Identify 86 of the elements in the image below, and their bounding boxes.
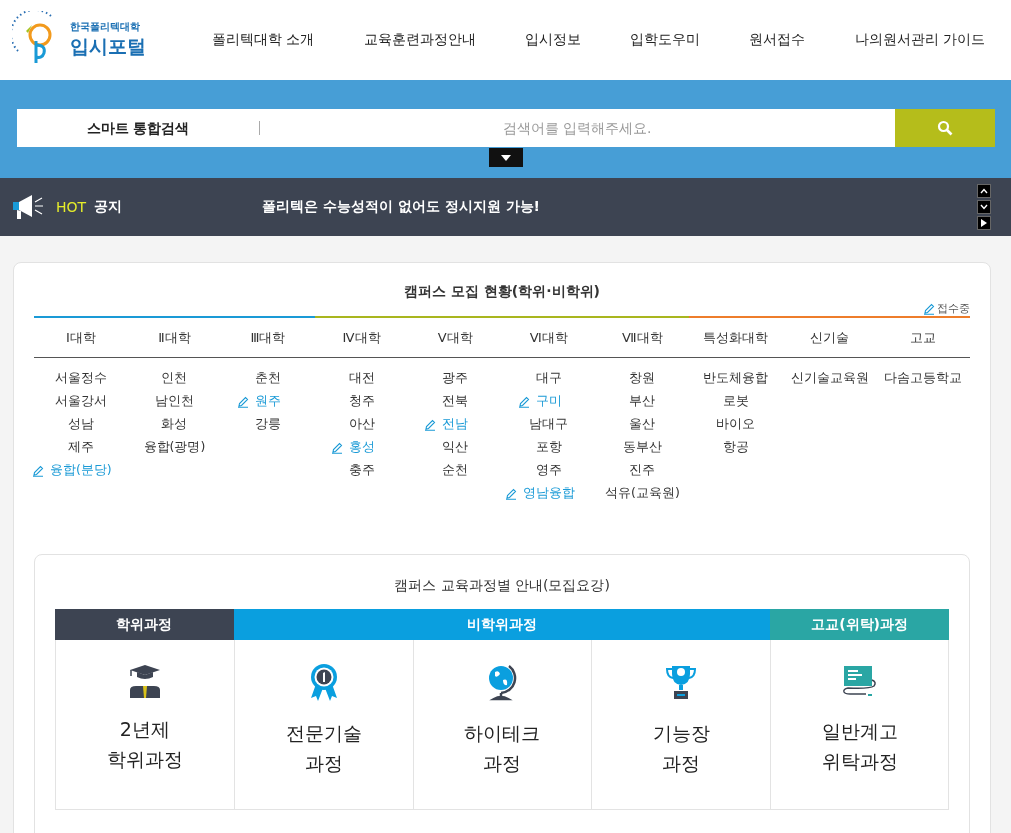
search-label: 스마트 통합검색 bbox=[16, 109, 260, 147]
campus-link[interactable]: 인천 bbox=[161, 370, 188, 387]
course-tile[interactable]: 전문기술 과정 bbox=[233, 640, 413, 810]
column-header: Ⅲ대학 bbox=[221, 316, 315, 358]
campus-link[interactable]: 반도체융합 bbox=[703, 370, 769, 387]
nav-link[interactable]: 입시정보 bbox=[524, 31, 581, 49]
pencil-icon bbox=[31, 464, 44, 477]
campus-link[interactable]: 석유(교육원) bbox=[605, 485, 680, 502]
nav-link[interactable]: 나의원서관리 가이드 bbox=[854, 31, 985, 49]
chevron-down-icon bbox=[980, 204, 988, 210]
campus-link[interactable]: 강릉 bbox=[255, 416, 281, 433]
campus-link[interactable]: 항공 bbox=[723, 439, 749, 456]
column-header: Ⅱ대학 bbox=[127, 316, 222, 358]
play-button[interactable] bbox=[977, 216, 991, 230]
campus-link[interactable]: 울산 bbox=[629, 416, 656, 433]
nav-link[interactable]: 교육훈련과정안내 bbox=[363, 31, 476, 49]
campus-link[interactable]: 광주 bbox=[442, 370, 469, 387]
campus-link[interactable]: 남대구 bbox=[529, 416, 569, 433]
notice-label: 공지 bbox=[94, 198, 123, 216]
campus-link[interactable]: 대전 bbox=[348, 370, 375, 387]
column-header: Ⅰ대학 bbox=[34, 316, 128, 358]
campus-link[interactable]: 진주 bbox=[629, 462, 656, 479]
campus-link[interactable]: 성남 bbox=[67, 416, 94, 433]
course-tile[interactable]: 2년제 학위과정 bbox=[55, 640, 234, 810]
campus-link[interactable]: 바이오 bbox=[716, 416, 756, 433]
group-header: 비학위과정 bbox=[233, 609, 771, 640]
campus-link[interactable]: 창원 bbox=[629, 370, 656, 387]
expand-button[interactable] bbox=[488, 148, 523, 167]
logo-title: 입시포털 bbox=[70, 34, 146, 59]
campus-link[interactable]: 춘천 bbox=[255, 370, 281, 387]
column-header: Ⅵ대학 bbox=[502, 316, 596, 358]
pencil-icon bbox=[923, 302, 935, 315]
column-header: 신기술 bbox=[782, 316, 877, 358]
course-tile[interactable]: 하이테크 과정 bbox=[412, 640, 592, 810]
campus-link[interactable]: 대구 bbox=[535, 370, 562, 387]
campus-link[interactable]: 다솜고등학교 bbox=[884, 370, 963, 387]
search-icon bbox=[936, 120, 953, 136]
column-header: 고교 bbox=[876, 316, 970, 358]
column-header: Ⅳ대학 bbox=[314, 316, 409, 358]
caret-icon bbox=[500, 154, 511, 161]
campus-link[interactable]: 융합(광명) bbox=[143, 439, 206, 456]
logo-subtitle: 한국폴리텍대학 bbox=[70, 20, 141, 34]
campus-link[interactable]: 포항 bbox=[535, 439, 562, 456]
megaphone-icon bbox=[12, 194, 44, 220]
pencil-icon bbox=[504, 487, 517, 500]
campus-link[interactable]: 제주 bbox=[67, 439, 94, 456]
section-title: 캠퍼스 모집 현황(학위·비학위) bbox=[403, 283, 601, 301]
campus-link[interactable]: 충주 bbox=[348, 462, 375, 479]
pencil-icon bbox=[424, 418, 437, 431]
campus-link[interactable]: 로봇 bbox=[723, 393, 749, 410]
campus-link[interactable]: 아산 bbox=[348, 416, 375, 433]
group-header: 학위과정 bbox=[55, 609, 234, 640]
campus-link[interactable]: 서울강서 bbox=[54, 393, 107, 410]
campus-link[interactable]: 전북 bbox=[442, 393, 469, 410]
campus-link[interactable]: 신기술교육원 bbox=[790, 370, 869, 387]
group-header: 고교(위탁)과정 bbox=[770, 609, 949, 640]
hot-label: HOT bbox=[56, 199, 87, 215]
next-button[interactable] bbox=[977, 200, 991, 214]
pencil-icon bbox=[330, 441, 343, 454]
campus-link[interactable]: 서울정수 bbox=[54, 370, 107, 387]
previous-button[interactable] bbox=[977, 184, 991, 198]
course-tile[interactable]: 기능장 과정 bbox=[591, 640, 771, 810]
column-header: Ⅶ대학 bbox=[595, 316, 690, 358]
campus-link[interactable]: 동부산 bbox=[622, 439, 662, 456]
campus-link[interactable]: 익산 bbox=[442, 439, 469, 456]
campus-link[interactable]: 화성 bbox=[161, 416, 188, 433]
campus-link[interactable]: 부산 bbox=[629, 393, 656, 410]
pencil-icon bbox=[517, 395, 530, 408]
course-tile[interactable]: 일반계고 위탁과정 bbox=[770, 640, 949, 810]
nav-link[interactable]: 원서접수 bbox=[749, 31, 806, 49]
pencil-icon bbox=[237, 395, 249, 408]
campus-link[interactable]: 청주 bbox=[348, 393, 375, 410]
search-field[interactable]: 검색어를 입력해주세요. bbox=[259, 109, 895, 147]
chevron-up-icon bbox=[980, 188, 988, 194]
graduate-icon bbox=[127, 662, 162, 698]
nav-link[interactable]: 입학도우미 bbox=[630, 31, 701, 49]
play-icon bbox=[981, 219, 987, 227]
section-title: 캠퍼스 교육과정별 안내(모집요강) bbox=[393, 577, 611, 595]
campus-link[interactable]: 남인천 bbox=[154, 393, 194, 410]
notice-text[interactable]: 폴리텍은 수능성적이 없어도 정시지원 가능! bbox=[262, 198, 540, 216]
column-header: Ⅴ대학 bbox=[408, 316, 502, 358]
campus-link[interactable]: 영주 bbox=[535, 462, 562, 479]
column-header: 특성화대학 bbox=[689, 316, 783, 358]
campus-link[interactable]: 순천 bbox=[442, 462, 469, 479]
nav-link[interactable]: 폴리텍대학 소개 bbox=[212, 31, 315, 49]
status-legend: 접수중 bbox=[937, 301, 970, 316]
